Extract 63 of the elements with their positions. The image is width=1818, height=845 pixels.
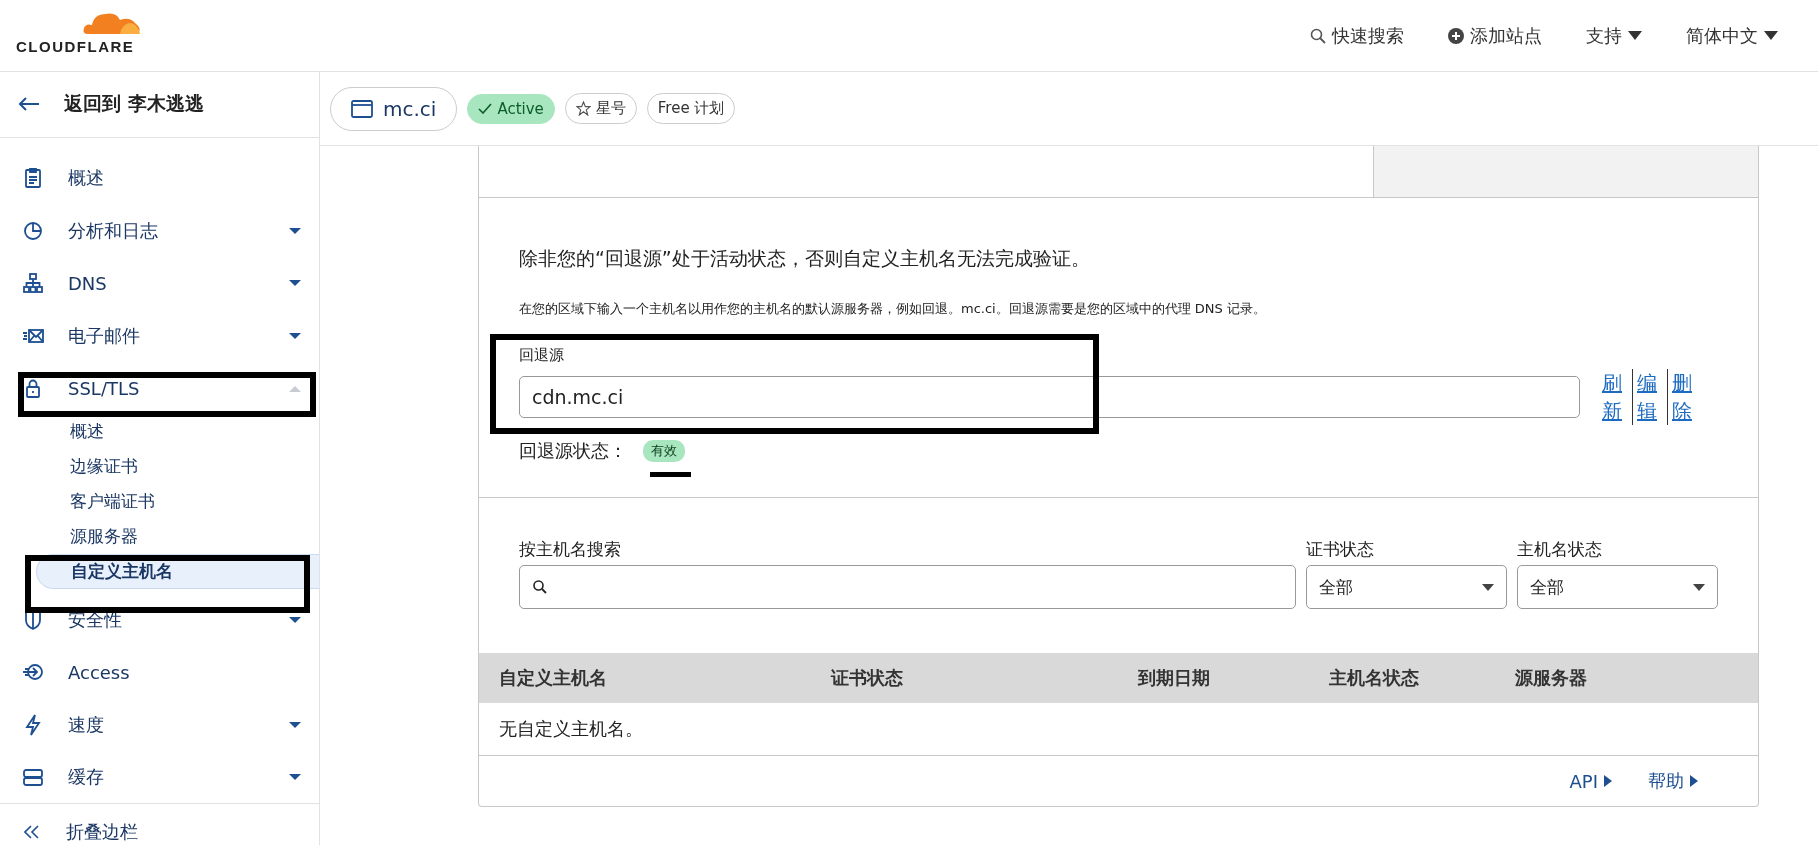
collapse-sidebar-link[interactable]: 折叠边栏 (0, 803, 319, 845)
search-label: 按主机名搜索 (519, 538, 622, 561)
action-link[interactable]: 刷新 (1598, 369, 1632, 425)
back-arrow-icon (18, 96, 40, 113)
plus-circle-icon (1448, 27, 1464, 44)
top-nav-link[interactable]: 快速搜索 (1310, 23, 1404, 48)
sidebar-item[interactable]: DNS (0, 256, 319, 310)
sidebar-subitem[interactable]: 概述 (0, 414, 319, 450)
sidebar-subitem[interactable]: 源服务器 (0, 519, 319, 555)
back-link[interactable]: 返回到 李木逃逃 (0, 72, 319, 138)
sidebar-item[interactable]: 电子邮件 (0, 309, 319, 362)
caret-icon (1482, 583, 1495, 591)
star-icon (575, 101, 591, 116)
column-header: 主机名状态 (1329, 666, 1420, 690)
doc-icon (22, 167, 44, 190)
sidebar-subitem[interactable]: 客户端证书 (0, 484, 319, 520)
action-link[interactable]: 编辑 (1632, 369, 1667, 425)
sidebar-item[interactable]: SSL/TLS (0, 361, 319, 415)
tree-icon (22, 272, 44, 295)
column-header: 证书状态 (831, 666, 904, 690)
status-dropdown[interactable]: 全部 (1517, 565, 1718, 609)
sidebar-item[interactable]: 速度 (0, 698, 319, 751)
sidebar-item[interactable]: 概述 (0, 151, 319, 205)
top-nav-link[interactable]: 支持 (1586, 23, 1642, 48)
check-icon (478, 103, 493, 114)
status-label: 回退源状态： (519, 439, 627, 463)
caret-icon (1764, 31, 1778, 40)
filter-label: 证书状态 (1306, 538, 1376, 561)
brand-name: CLOUDFLARE (16, 38, 135, 55)
hostname-search-field[interactable] (519, 565, 1297, 609)
top-nav-link[interactable]: 简体中文 (1686, 23, 1778, 48)
footer-link[interactable]: 帮助 (1648, 769, 1698, 793)
footer-link[interactable]: API (1569, 770, 1612, 792)
highlight-underline (650, 472, 691, 477)
status-dropdown[interactable]: 全部 (1306, 565, 1508, 609)
fallback-description: 在您的区域下输入一个主机名以用作您的主机名的默认源服务器，例如回退。mc.ci。回退源需要是您的区域中的代理 DNS 记录。 (519, 300, 1267, 318)
search-icon (1310, 27, 1326, 44)
drive-icon (22, 766, 44, 789)
caret-icon (1693, 583, 1705, 591)
status-badge: Active (467, 93, 555, 124)
fallback-origin-field[interactable]: cdn.mc.ci (519, 376, 1580, 418)
sidebar-item[interactable]: Access (0, 645, 319, 699)
search-icon (532, 579, 548, 595)
column-header: 到期日期 (1138, 666, 1211, 690)
field-label: 回退源 (519, 346, 565, 365)
sidebar-item[interactable]: 安全性 (0, 593, 319, 646)
status-badge: 有效 (643, 440, 685, 462)
filter-label: 主机名状态 (1517, 538, 1604, 561)
caret-icon (1628, 31, 1642, 40)
chart-icon (22, 219, 44, 242)
column-header: 自定义主机名 (499, 666, 608, 690)
fallback-heading: 除非您的“回退源”处于活动状态，否则自定义主机名无法完成验证。 (519, 246, 1091, 271)
double-chevron-icon (24, 824, 40, 839)
action-link[interactable]: 删除 (1667, 369, 1702, 425)
column-header: 源服务器 (1515, 666, 1588, 690)
sidebar-subitem[interactable]: 边缘证书 (0, 449, 319, 485)
empty-message: 无自定义主机名。 (499, 717, 643, 741)
sidebar-item[interactable]: 分析和日志 (0, 204, 319, 257)
sidebar-item[interactable]: 缓存 (0, 750, 319, 804)
triangle-icon (1690, 775, 1698, 787)
triangle-icon (1604, 775, 1612, 787)
browser-window-icon (351, 99, 373, 118)
top-nav-link[interactable]: 添加站点 (1448, 23, 1542, 48)
